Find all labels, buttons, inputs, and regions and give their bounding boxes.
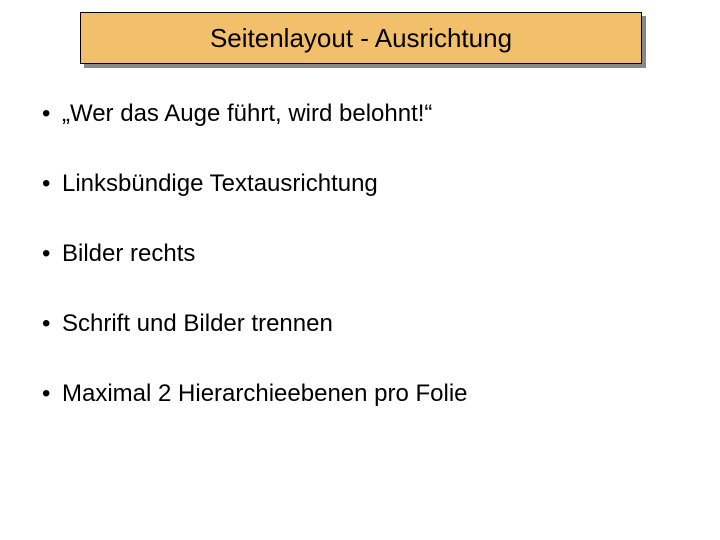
list-item: • „Wer das Auge führt, wird belohnt!“	[40, 100, 680, 128]
bullet-text: Linksbündige Textausrichtung	[62, 170, 680, 198]
bullet-icon: •	[40, 240, 62, 268]
list-item: • Linksbündige Textausrichtung	[40, 170, 680, 198]
bullet-text: Bilder rechts	[62, 240, 680, 268]
bullet-icon: •	[40, 100, 62, 128]
list-item: • Maximal 2 Hierarchieebenen pro Folie	[40, 380, 680, 408]
bullet-text: Maximal 2 Hierarchieebenen pro Folie	[62, 380, 680, 408]
bullet-icon: •	[40, 380, 62, 408]
title-box: Seitenlayout - Ausrichtung	[80, 12, 642, 64]
bullet-text: Schrift und Bilder trennen	[62, 310, 680, 338]
list-item: • Bilder rechts	[40, 240, 680, 268]
slide: Seitenlayout - Ausrichtung • „Wer das Au…	[0, 0, 720, 540]
slide-title: Seitenlayout - Ausrichtung	[210, 23, 512, 54]
bullet-icon: •	[40, 310, 62, 338]
list-item: • Schrift und Bilder trennen	[40, 310, 680, 338]
content-area: • „Wer das Auge führt, wird belohnt!“ • …	[40, 100, 680, 450]
bullet-icon: •	[40, 170, 62, 198]
bullet-text: „Wer das Auge führt, wird belohnt!“	[62, 100, 680, 128]
